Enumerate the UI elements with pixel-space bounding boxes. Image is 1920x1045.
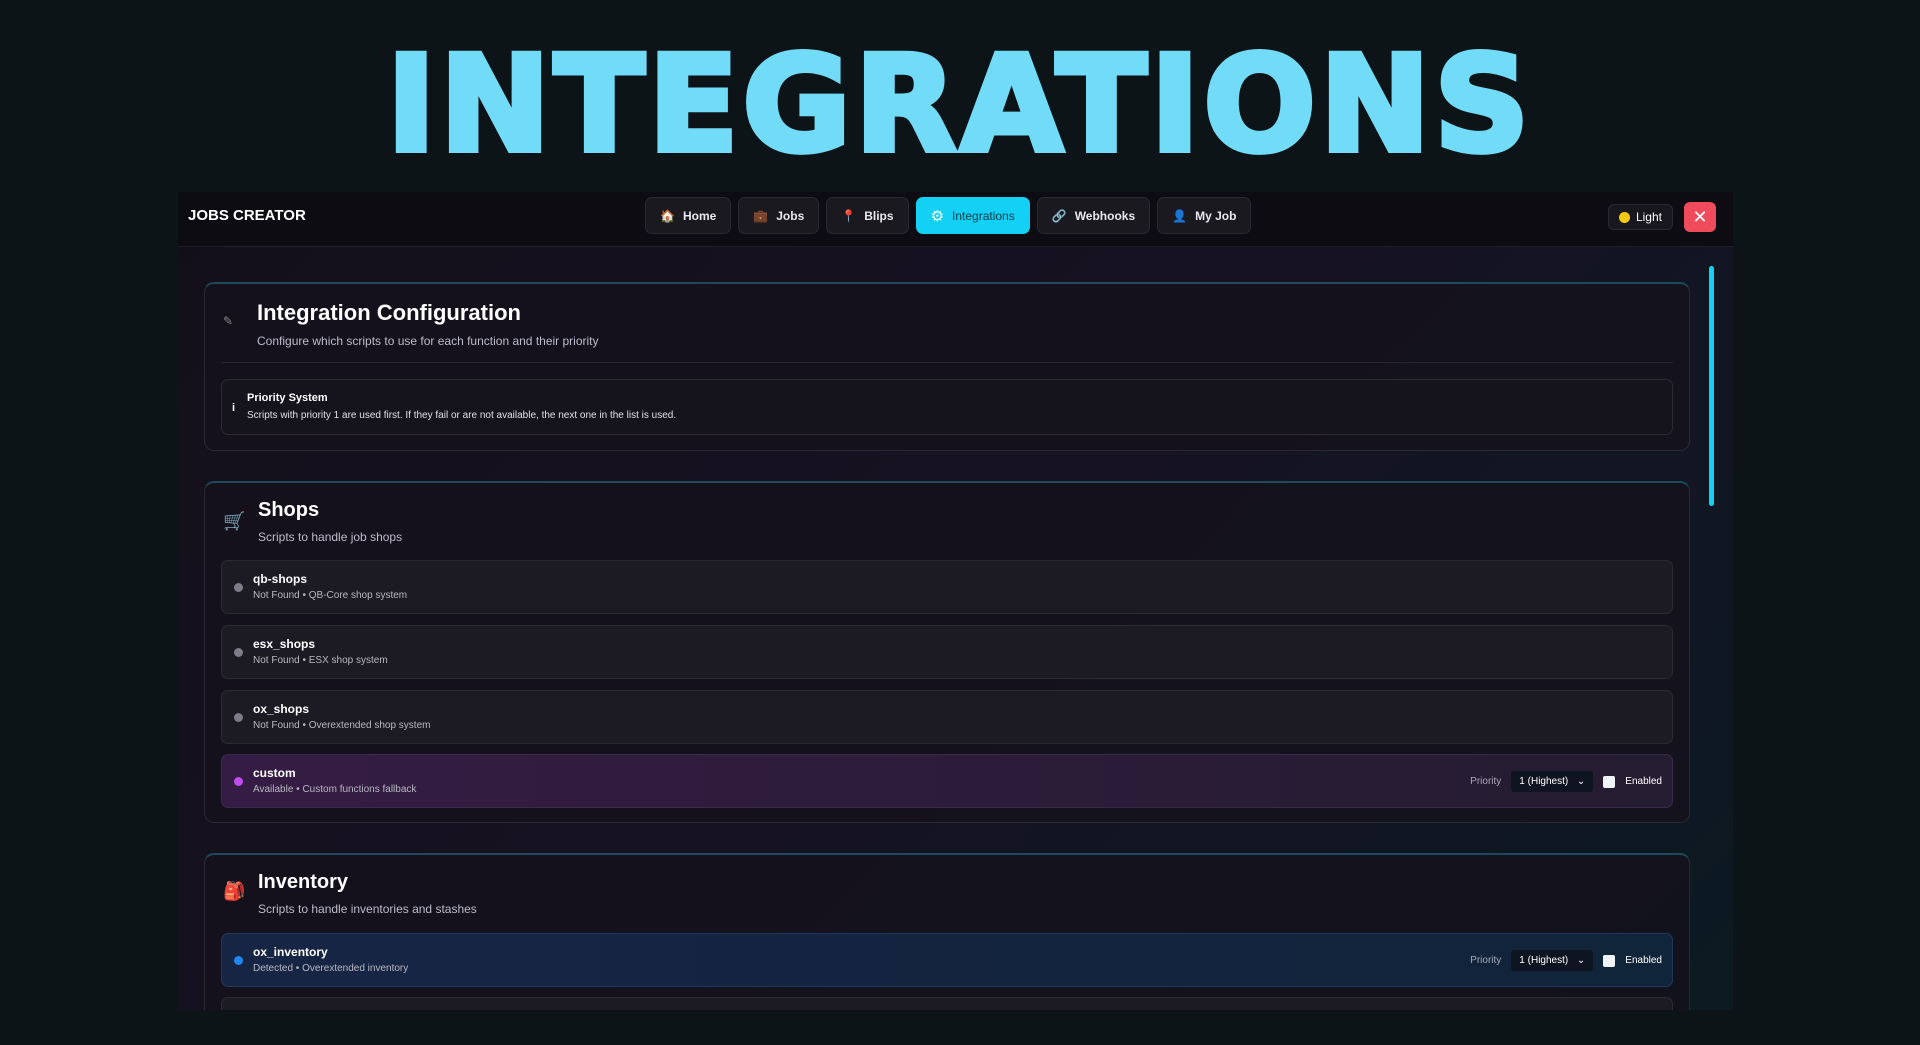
- inventory-subtitle: Scripts to handle inventories and stashe…: [258, 902, 477, 916]
- enabled-checkbox[interactable]: [1603, 954, 1616, 967]
- script-row-custom[interactable]: custom Available • Custom functions fallb…: [221, 754, 1673, 808]
- tab-label: Integrations: [952, 208, 1015, 223]
- backpack-icon: 🎒: [223, 881, 246, 901]
- info-text: Scripts with priority 1 are used first. …: [247, 410, 677, 421]
- enabled-label: Enabled: [1625, 776, 1662, 787]
- priority-value: 1 (Highest): [1519, 776, 1569, 787]
- nav-tabs: 🏠 Home 💼 Jobs 📍 Blips ⚙ Integrations 🔗 Webhoo…: [645, 197, 1252, 234]
- info-icon: i: [232, 402, 236, 414]
- status-dot: [234, 777, 243, 786]
- script-row-next[interactable]: [221, 997, 1673, 1010]
- shops-title: Shops: [258, 499, 320, 521]
- tab-label: My Job: [1195, 208, 1237, 223]
- scrollbar[interactable]: [1709, 266, 1714, 506]
- brand: JOBS CREATOR: [188, 207, 306, 224]
- script-name: qb-shops: [253, 572, 307, 586]
- priority-info: i Priority System Scripts with priority …: [221, 379, 1673, 435]
- chevron-down-icon: ⌄: [1576, 955, 1586, 966]
- tab-label: Blips: [864, 208, 894, 223]
- status-dot: [234, 713, 243, 722]
- tab-my-job[interactable]: 👤 My Job: [1157, 197, 1252, 234]
- status-dot: [234, 956, 243, 965]
- app-window: JOBS CREATOR 🏠 Home 💼 Jobs 📍 Blips ⚙ Integra…: [178, 192, 1733, 1010]
- priority-label: Priority: [1470, 955, 1502, 966]
- script-row-ox-inventory[interactable]: ox_inventory Detected • Overextended inve…: [221, 933, 1673, 987]
- script-status: Available • Custom functions fallback: [253, 784, 417, 795]
- script-name: esx_shops: [253, 637, 316, 651]
- script-name: custom: [253, 766, 296, 780]
- sun-icon: [1618, 211, 1630, 223]
- header: JOBS CREATOR 🏠 Home 💼 Jobs 📍 Blips ⚙ Integra…: [178, 192, 1733, 247]
- script-status: Not Found • ESX shop system: [253, 655, 388, 666]
- user-icon: 👤: [1172, 208, 1188, 223]
- config-card: ✎ Integration Configuration Configure wh…: [204, 282, 1690, 451]
- info-title: Priority System: [247, 392, 328, 404]
- home-icon: 🏠: [660, 208, 675, 223]
- close-button[interactable]: ✕: [1684, 202, 1716, 232]
- script-status: Not Found • Overextended shop system: [253, 720, 431, 731]
- shops-subtitle: Scripts to handle job shops: [258, 530, 403, 544]
- chevron-down-icon: ⌄: [1576, 776, 1586, 787]
- tab-webhooks[interactable]: 🔗 Webhooks: [1036, 197, 1151, 234]
- script-name: ox_shops: [253, 702, 310, 716]
- banner-title: INTEGRATIONS: [384, 25, 1534, 185]
- wrench-icon: ✎: [223, 314, 234, 328]
- priority-value: 1 (Highest): [1519, 955, 1569, 966]
- config-subtitle: Configure which scripts to use for each …: [257, 334, 599, 348]
- script-name: ox_inventory: [253, 945, 328, 959]
- cart-icon: 🛒: [223, 511, 246, 531]
- theme-label: Light: [1635, 210, 1662, 224]
- tab-label: Jobs: [776, 208, 805, 223]
- theme-toggle[interactable]: Light: [1607, 204, 1673, 230]
- priority-select[interactable]: 1 (Highest) ⌄: [1511, 771, 1594, 792]
- enabled-checkbox[interactable]: [1603, 775, 1616, 788]
- tab-label: Webhooks: [1074, 208, 1136, 223]
- row-controls: Priority 1 (Highest) ⌄ Enabled: [1470, 950, 1662, 971]
- tab-integrations[interactable]: ⚙ Integrations: [915, 197, 1030, 234]
- pin-icon: 📍: [841, 208, 857, 223]
- briefcase-icon: 💼: [753, 208, 769, 223]
- inventory-card: 🎒 Inventory Scripts to handle inventorie…: [204, 853, 1690, 1010]
- tab-jobs[interactable]: 💼 Jobs: [738, 197, 820, 234]
- script-row-ox-shops[interactable]: ox_shops Not Found • Overextended shop sy…: [221, 690, 1673, 744]
- enabled-label: Enabled: [1625, 955, 1662, 966]
- tab-blips[interactable]: 📍 Blips: [826, 197, 909, 234]
- script-status: Not Found • QB-Core shop system: [253, 590, 408, 601]
- tab-label: Home: [682, 208, 717, 223]
- status-dot: [234, 648, 243, 657]
- inventory-title: Inventory: [258, 871, 349, 893]
- status-dot: [234, 583, 243, 592]
- shops-card: 🛒 Shops Scripts to handle job shops qb-s…: [204, 481, 1690, 823]
- config-title: Integration Configuration: [257, 300, 521, 325]
- priority-select[interactable]: 1 (Highest) ⌄: [1511, 950, 1594, 971]
- script-row-qb-shops[interactable]: qb-shops Not Found • QB-Core shop system: [221, 560, 1673, 614]
- priority-label: Priority: [1470, 776, 1502, 787]
- tab-home[interactable]: 🏠 Home: [645, 197, 732, 234]
- link-icon: 🔗: [1051, 208, 1067, 223]
- gear-icon: ⚙: [930, 207, 945, 225]
- script-status: Detected • Overextended inventory: [253, 963, 409, 974]
- script-row-esx-shops[interactable]: esx_shops Not Found • ESX shop system: [221, 625, 1673, 679]
- row-controls: Priority 1 (Highest) ⌄ Enabled: [1470, 771, 1662, 792]
